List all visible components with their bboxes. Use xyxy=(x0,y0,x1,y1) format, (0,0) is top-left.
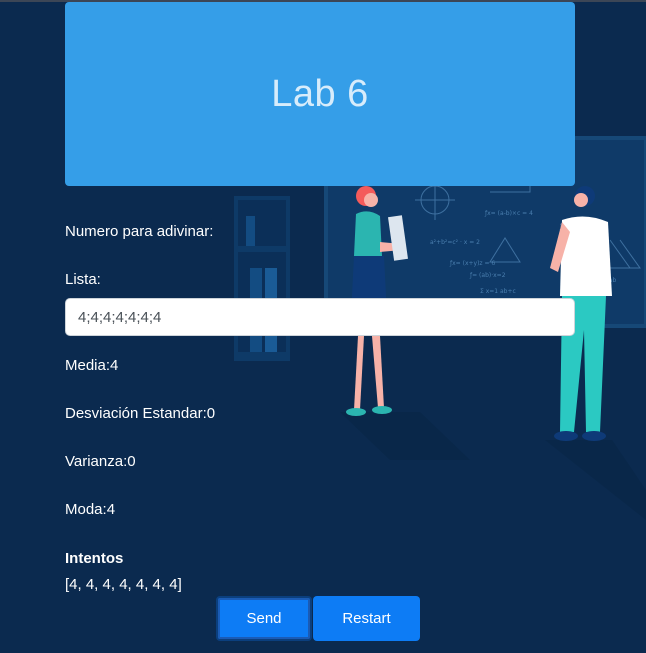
svg-text:ƒ= (ab)·x=2: ƒ= (ab)·x=2 xyxy=(469,272,506,279)
restart-button[interactable]: Restart xyxy=(313,596,420,641)
guess-label: Numero para adivinar: xyxy=(65,223,214,240)
mode-text: Moda:4 xyxy=(65,501,116,518)
list-label: Lista: xyxy=(65,271,101,288)
attempts-list: [4, 4, 4, 4, 4, 4, 4] xyxy=(65,576,182,593)
svg-text:ƒx= (a-b)×c = 4: ƒx= (a-b)×c = 4 xyxy=(484,210,533,217)
attempts-heading: Intentos xyxy=(65,550,124,567)
std-deviation-text: Desviación Estandar:0 xyxy=(65,405,216,422)
svg-text:ƒx= (x+y)z = 6: ƒx= (x+y)z = 6 xyxy=(449,260,495,267)
list-input[interactable] xyxy=(65,298,575,336)
bookshelf-illustration xyxy=(234,196,290,361)
page-title: Lab 6 xyxy=(271,72,369,115)
lab-header: Lab 6 xyxy=(65,2,575,186)
svg-text:Σ x=1 ab+c: Σ x=1 ab+c xyxy=(480,288,516,295)
send-button[interactable]: Send xyxy=(216,596,312,641)
media-text: Media:4 xyxy=(65,357,119,374)
variance-text: Varianza:0 xyxy=(65,453,136,470)
svg-text:a²+b²=c² · x = 2: a²+b²=c² · x = 2 xyxy=(430,239,480,246)
